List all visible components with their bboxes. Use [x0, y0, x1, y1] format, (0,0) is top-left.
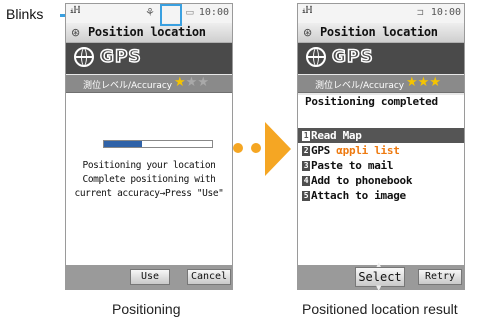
caption-positioning: Positioning [112, 301, 181, 317]
menu-item-attach-to-image[interactable]: 5 Attach to image [298, 188, 464, 203]
appli-logo: αppli list [336, 144, 400, 157]
positioning-progress-bar [103, 140, 213, 148]
menu-item-label: Add to phonebook [311, 174, 413, 187]
message-line-2: Complete positioning with [82, 174, 216, 185]
blinks-label: Blinks [6, 6, 44, 22]
menu-item-gps-appli-list[interactable]: 2 GPS αppli list [298, 143, 464, 158]
num-3-icon: 3 [302, 161, 310, 171]
status-bar: ᵢℍ ⊐ 10:00 [298, 4, 464, 23]
star-empty-icon: ★ [185, 75, 198, 90]
gps-banner: GPS [298, 43, 464, 74]
message-line-1: Positioning your location [82, 160, 216, 171]
menu-item-label: Paste to mail [311, 159, 394, 172]
result-menu: 1 Read Map 2 GPS αppli list 3 Paste to mail… [298, 128, 464, 203]
star-filled-icon: ★ [406, 75, 418, 90]
globe-icon [74, 47, 94, 67]
accuracy-label: 測位レベル/Accuracy [83, 81, 173, 91]
star-filled-icon: ★ [429, 75, 441, 90]
accuracy-stars: ★★★ [174, 75, 209, 90]
signal-icon: ᵢℍ [69, 5, 80, 16]
use-button[interactable]: Use [130, 269, 170, 285]
battery-icon: ⊐ [416, 8, 424, 18]
progress-fill [104, 141, 142, 147]
title-bar: ⊛ Position location [298, 23, 464, 43]
down-arrow-icon: ▼ [376, 284, 382, 292]
menu-item-read-map[interactable]: 1 Read Map [298, 128, 464, 143]
location-icon: ⊛ [303, 26, 313, 39]
status-bar: ᵢℍ ⚘ ▭ 10:00 [66, 4, 232, 23]
menu-item-label: GPS [311, 144, 337, 157]
gps-banner: GPS [66, 43, 232, 74]
cancel-button[interactable]: Cancel [187, 269, 231, 285]
screen-title: Position location [320, 25, 438, 39]
signal-icon: ᵢℍ [301, 5, 312, 16]
softkey-bar: ▲ Select ▼ Retry [298, 261, 464, 292]
star-filled-icon: ★ [174, 75, 186, 90]
dot-1 [233, 143, 243, 153]
globe-icon [306, 47, 326, 67]
star-filled-icon: ★ [417, 75, 430, 90]
accuracy-label: 測位レベル/Accuracy [315, 81, 405, 91]
gps-logo: GPS [331, 46, 374, 68]
menu-item-label: Attach to image [311, 189, 406, 202]
num-5-icon: 5 [302, 191, 310, 201]
dot-2 [251, 143, 261, 153]
clock: 10:00 [198, 7, 229, 18]
blink-highlight-box [160, 4, 182, 26]
location-icon: ⊛ [71, 26, 81, 39]
num-2-icon: 2 [302, 146, 310, 156]
menu-item-label: Read Map [311, 129, 362, 142]
message-line-3: current accuracy→Press "Use" [74, 188, 224, 199]
arrow-right-icon [265, 122, 291, 176]
positioning-screen: ᵢℍ ⚘ ▭ 10:00 ⊛ Position location GPS 測位レ… [65, 3, 233, 290]
result-screen: ᵢℍ ⊐ 10:00 ⊛ Position location GPS 測位レベル… [297, 3, 465, 292]
positioning-body: Positioning your location Complete posit… [66, 93, 232, 268]
accuracy-bar: 測位レベル/Accuracy ★★★ [298, 75, 464, 93]
gps-logo: GPS [99, 46, 142, 68]
menu-item-paste-to-mail[interactable]: 3 Paste to mail [298, 158, 464, 173]
clock: 10:00 [430, 7, 461, 18]
status-row: Positioning completed [298, 95, 464, 109]
num-1-icon: 1 [302, 131, 310, 141]
num-4-icon: 4 [302, 176, 310, 186]
accuracy-bar: 測位レベル/Accuracy ★★★ [66, 75, 232, 93]
menu-item-add-to-phonebook[interactable]: 4 Add to phonebook [298, 173, 464, 188]
retry-button[interactable]: Retry [418, 269, 462, 285]
title-bar: ⊛ Position location [66, 23, 232, 43]
positioning-completed-text: Positioning completed [305, 95, 438, 108]
screen-title: Position location [88, 25, 206, 39]
accuracy-stars: ★★★ [406, 75, 441, 90]
caption-result: Positioned location result [302, 301, 458, 317]
star-empty-icon: ★ [197, 75, 209, 90]
softkey-bar: Use Cancel [66, 265, 232, 289]
battery-icon: ▭ [185, 8, 194, 18]
gps-blink-icon: ⚘ [145, 6, 155, 19]
